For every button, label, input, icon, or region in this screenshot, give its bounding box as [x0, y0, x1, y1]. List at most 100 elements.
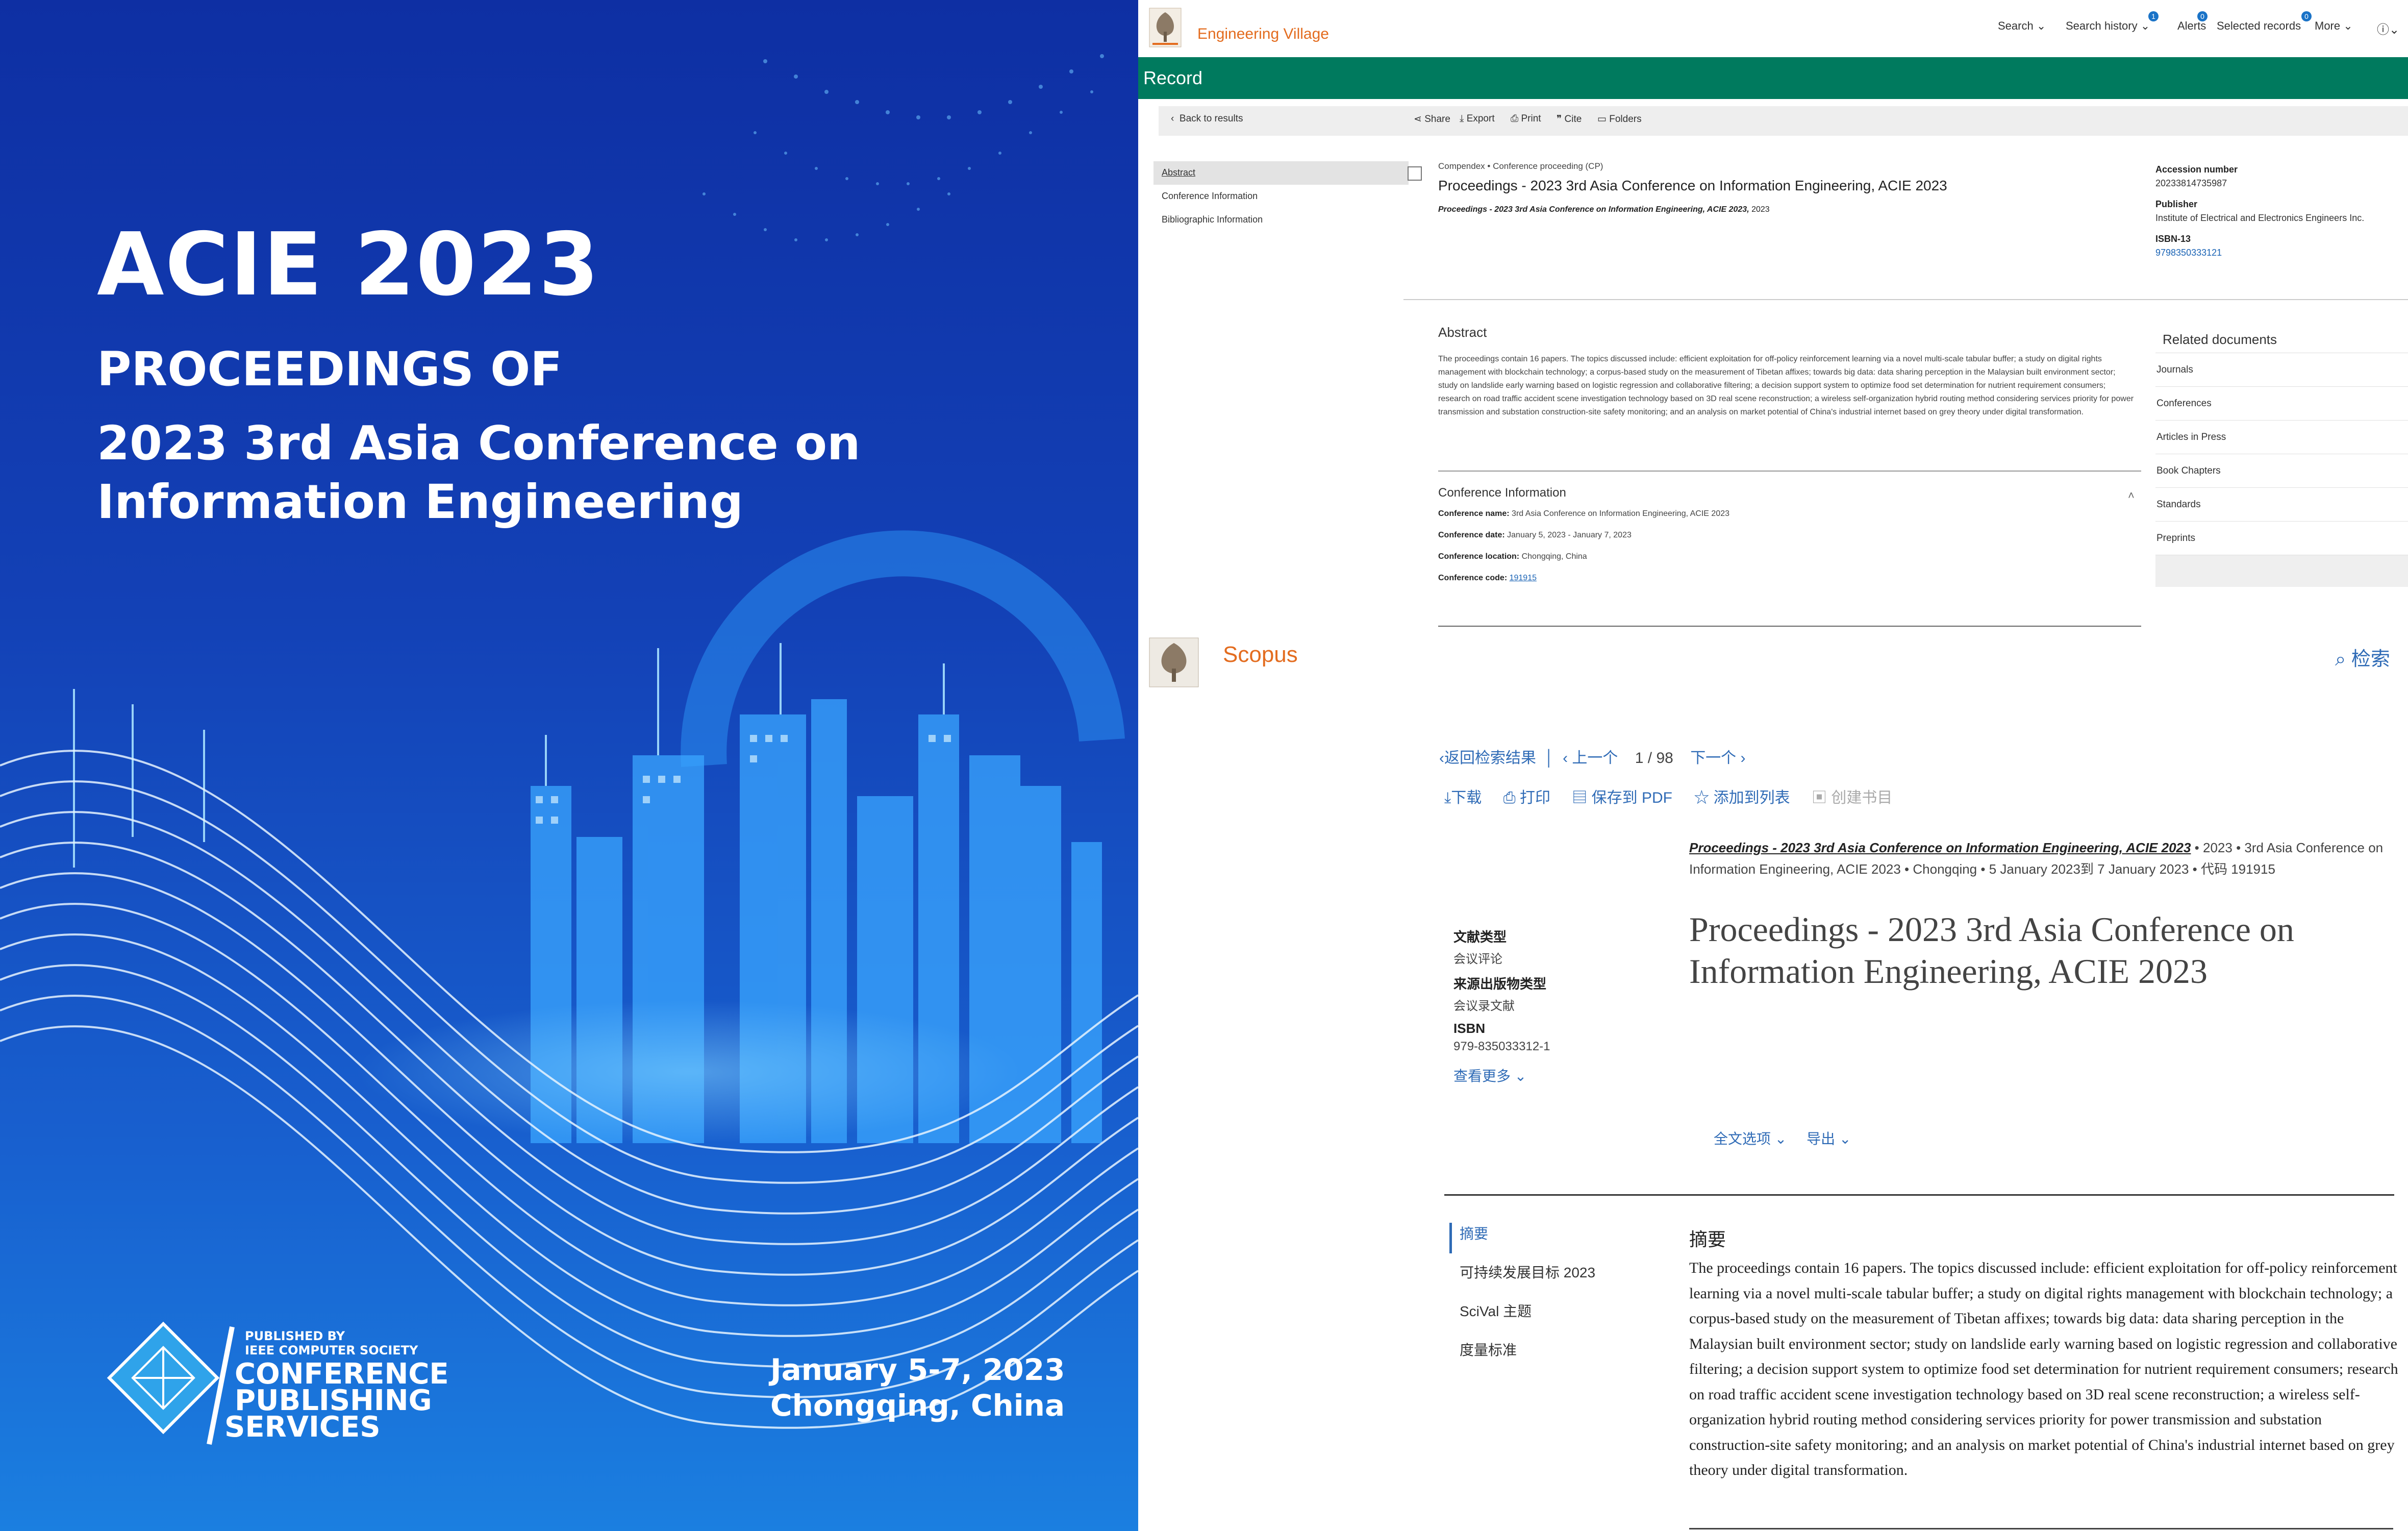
ev-nav-selected-records[interactable]: Selected records — [2217, 19, 2301, 33]
scopus-doc-type-label: 文献类型 — [1453, 929, 1507, 945]
ev-header: Engineering Village Search ⌄ Search hist… — [1138, 0, 2408, 57]
ev-conference-code-label: Conference code: — [1438, 574, 1508, 582]
ev-related-preprints[interactable]: Preprints — [2155, 522, 2408, 555]
ev-conference-name-label: Conference name: — [1438, 509, 1510, 518]
scopus-brand[interactable]: Scopus — [1223, 642, 1298, 668]
pdf-icon: ▤ — [1572, 789, 1588, 806]
scopus-isbn: 979-835033312-1 — [1453, 1040, 1550, 1053]
ev-conference-location: Chongqing, China — [1521, 552, 1587, 561]
ev-folders-button[interactable]: ▭ Folders — [1597, 113, 1642, 125]
ev-record-bar: Record — [1138, 57, 2408, 99]
scopus-prev-button[interactable]: ‹ 上一个 — [1563, 750, 1618, 767]
ev-nav-search-label: Search — [1998, 19, 2034, 32]
scopus-back-label: 返回检索结果 — [1444, 750, 1536, 767]
ev-doc-title: Proceedings - 2023 3rd Asia Conference o… — [1438, 178, 1947, 193]
ev-accession-label: Accession number — [2155, 164, 2238, 175]
ev-related-standards[interactable]: Standards — [2155, 488, 2408, 522]
scopus-export-label: 导出 — [1807, 1131, 1836, 1147]
scopus-create-bibliography-button[interactable]: ▣ 创建书目 — [1812, 785, 1892, 807]
ev-accession-number: 20233814735987 — [2155, 178, 2227, 188]
ev-cite-button[interactable]: ❞ Cite — [1557, 113, 1582, 125]
scopus-save-pdf-label: 保存到 PDF — [1591, 789, 1672, 806]
scopus-next-label: 下一个 — [1690, 750, 1737, 767]
tab-scival-topics[interactable]: SciVal 主题 — [1449, 1300, 1653, 1339]
scopus-download-button[interactable]: ⤓下载 — [1444, 785, 1482, 807]
scopus-doc-meta: 文献类型 会议评论 来源出版物类型 会议录文献 ISBN 979-8350333… — [1453, 920, 1586, 1085]
tab-metrics[interactable]: 度量标准 — [1449, 1339, 1653, 1378]
scopus-search-link[interactable]: ⌕ 检索 — [2335, 643, 2390, 671]
ev-conference-location-row: Conference location: Chongqing, China — [1438, 552, 2141, 561]
ev-nav-conference-information[interactable]: Conference Information — [1153, 185, 1409, 208]
ev-share-button[interactable]: ⋖ Share — [1414, 113, 1450, 125]
scopus-next-button[interactable]: 下一个 › — [1690, 750, 1745, 767]
scopus-fulltext-label: 全文选项 — [1714, 1131, 1771, 1147]
ev-brand[interactable]: Engineering Village — [1197, 26, 1329, 43]
ev-related-journals[interactable]: Journals — [2155, 353, 2408, 387]
ev-conference-code-row: Conference code: 191915 — [1438, 574, 2141, 583]
divider — [1438, 626, 2141, 627]
chevron-down-icon: ⌄ — [1774, 1131, 1787, 1147]
ev-related-book-chapters[interactable]: Book Chapters — [2155, 454, 2408, 488]
scopus-create-bibliography-label: 创建书目 — [1831, 789, 1893, 806]
scopus-record: Scopus ⌕ 检索 ‹返回检索结果 │ ‹ 上一个 1 / 98 下一个 ›… — [1138, 628, 2408, 1531]
ev-print-button[interactable]: ⎙ Print — [1511, 113, 1541, 125]
scopus-source-line: Proceedings - 2023 3rd Asia Conference o… — [1689, 837, 2393, 880]
search-icon: ⌕ — [2335, 649, 2346, 670]
ev-conference-name: 3rd Asia Conference on Information Engin… — [1512, 509, 1729, 518]
print-icon: ⎙ — [1511, 113, 1519, 124]
ev-nav-search[interactable]: Search ⌄ — [1998, 19, 2046, 33]
scopus-add-to-list-button[interactable]: ☆ 添加到列表 — [1694, 785, 1790, 807]
ev-isbn-link[interactable]: 9798350333121 — [2155, 248, 2408, 258]
elsevier-tree-icon — [1149, 8, 1182, 47]
ev-record-title: Record — [1143, 67, 1203, 88]
ev-nav-bibliographic-information[interactable]: Bibliographic Information — [1153, 208, 1409, 232]
divider — [1689, 1528, 2393, 1529]
scopus-options: 全文选项 ⌄ 导出 ⌄ — [1714, 1128, 1851, 1148]
ev-select-record-checkbox[interactable] — [1408, 166, 1422, 181]
ev-nav-abstract[interactable]: Abstract — [1153, 161, 1409, 185]
scopus-source-type-label: 来源出版物类型 — [1453, 976, 1547, 992]
ev-back-to-results[interactable]: ‹ Back to results — [1171, 113, 1243, 125]
scopus-view-more-label: 查看更多 — [1453, 1068, 1511, 1084]
help-icon[interactable]: ⓘ⌄ — [2377, 19, 2399, 37]
ev-conference-info-section: Conference Information Conference name: … — [1438, 486, 2141, 595]
scopus-back-to-results[interactable]: ‹返回检索结果 — [1439, 750, 1536, 767]
ev-nav-search-history-label: Search history — [2066, 19, 2138, 32]
cps-services: SERVICES — [224, 1411, 381, 1444]
scopus-download-label: 下载 — [1451, 789, 1482, 806]
ev-nav-search-history[interactable]: Search history ⌄ — [2066, 19, 2150, 33]
ev-doc-year: 2023 — [1751, 205, 1770, 214]
scopus-prev-label: 上一个 — [1572, 750, 1618, 767]
cover-date: January 5-7, 2023 — [770, 1352, 1065, 1387]
tab-abstract[interactable]: 摘要 — [1449, 1223, 1653, 1253]
engineering-village-record: Engineering Village Search ⌄ Search hist… — [1138, 0, 2408, 628]
scopus-abstract-heading: 摘要 — [1689, 1229, 1726, 1250]
ev-export-button[interactable]: ⤓ Export — [1460, 113, 1495, 125]
cps-ieee-computer-society: IEEE COMPUTER SOCIETY — [245, 1343, 418, 1357]
ev-cite-label: Cite — [1564, 114, 1582, 125]
scopus-view-more[interactable]: 查看更多 ⌄ — [1453, 1065, 1586, 1085]
scopus-save-pdf-button[interactable]: ▤ 保存到 PDF — [1572, 785, 1672, 807]
scopus-source-title-link[interactable]: Proceedings - 2023 3rd Asia Conference o… — [1689, 840, 2191, 855]
ev-publisher-label: Publisher — [2155, 199, 2198, 209]
ev-print-label: Print — [1521, 113, 1541, 124]
tab-sdg[interactable]: 可持续发展目标 2023 — [1449, 1262, 1653, 1300]
ev-related-conferences[interactable]: Conferences — [2155, 387, 2408, 421]
scopus-print-button[interactable]: ⎙ 打印 — [1503, 785, 1550, 807]
scopus-fulltext-options[interactable]: 全文选项 ⌄ — [1714, 1131, 1787, 1147]
ev-abstract-heading: Abstract — [1438, 325, 1487, 340]
scopus-abstract-text: The proceedings contain 16 papers. The t… — [1689, 1260, 2398, 1478]
divider — [1403, 299, 2408, 300]
ev-record-header: Compendex • Conference proceeding (CP) P… — [1438, 161, 2101, 214]
scopus-export-dropdown[interactable]: 导出 ⌄ — [1807, 1131, 1851, 1147]
ev-conference-date-label: Conference date: — [1438, 531, 1505, 539]
ev-related-articles-in-press[interactable]: Articles in Press — [2155, 421, 2408, 454]
ev-nav-more[interactable]: More ⌄ — [2315, 19, 2353, 33]
star-icon: ☆ — [1694, 789, 1710, 806]
ev-conference-code-link[interactable]: 191915 — [1510, 574, 1537, 582]
ev-search-history-badge: 1 — [2148, 11, 2159, 21]
scopus-result-nav: ‹返回检索结果 │ ‹ 上一个 1 / 98 下一个 › — [1439, 750, 1746, 767]
ev-export-label: Export — [1466, 113, 1495, 124]
scopus-search-label: 检索 — [2351, 649, 2390, 670]
divider — [1444, 1194, 2394, 1196]
